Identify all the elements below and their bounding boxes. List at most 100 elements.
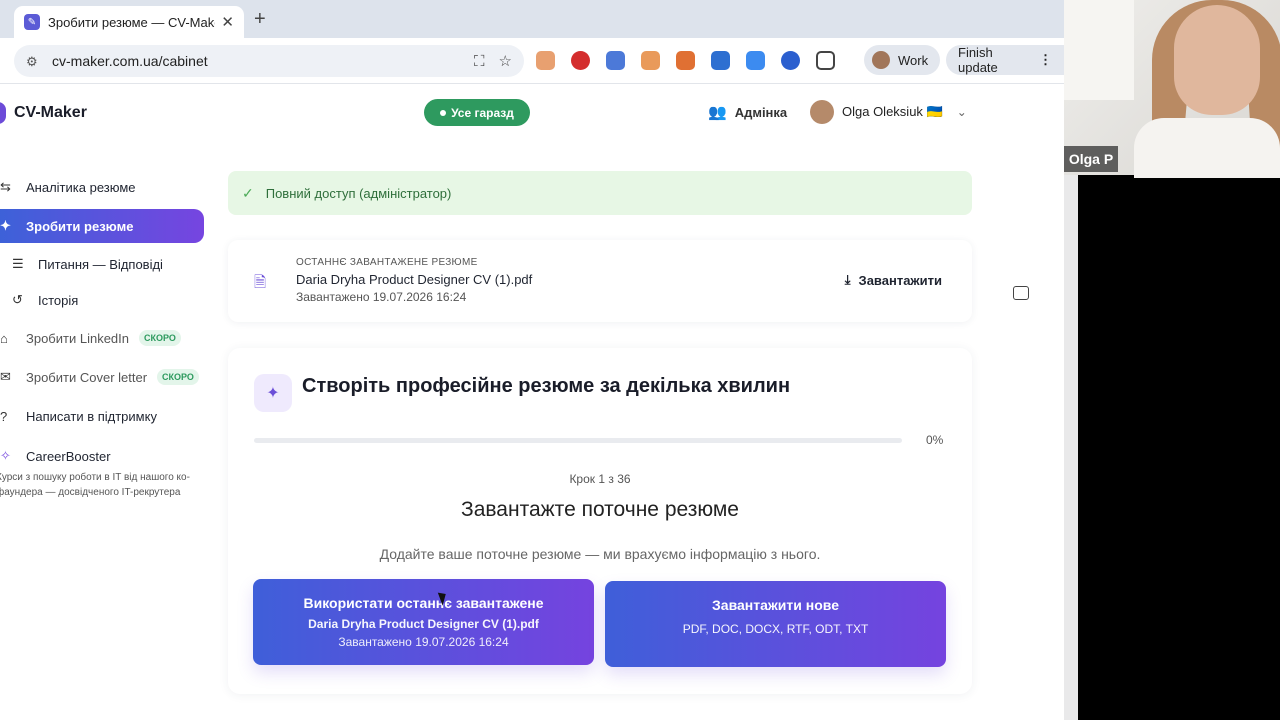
sidebar-item-label: Зробити LinkedIn	[26, 330, 129, 346]
download-icon: ⤓	[844, 272, 851, 287]
profile-label: Work	[898, 52, 929, 68]
check-icon: ✓	[242, 184, 254, 201]
sparkle-icon: ✧	[0, 448, 11, 463]
sidebar-item-analytics[interactable]: ⇆ Аналітика резюме	[0, 170, 136, 204]
access-banner: ✓ Повний доступ (адміністратор)	[228, 171, 972, 215]
extension-gear-icon[interactable]	[711, 51, 730, 70]
close-tab-icon[interactable]: ✕	[221, 13, 234, 31]
omnibox[interactable]: ⚙ cv-maker.com.ua/cabinet ⛶ ☆	[14, 45, 524, 77]
last-resume-date: Завантажено 19.07.2026 16:24	[296, 290, 467, 304]
new-tab-icon[interactable]: +	[254, 8, 266, 31]
person-body	[1134, 118, 1280, 178]
translate-icon[interactable]: ⛶	[474, 53, 485, 70]
use-last-date: Завантажено 19.07.2026 16:24	[338, 635, 509, 649]
resume-wizard-card: ✦ Створіть професійне резюме за декілька…	[228, 348, 972, 694]
cv-maker-favicon-icon: ✎	[24, 14, 40, 30]
browser-tab[interactable]: ✎ Зробити резюме — CV-Maker ✕	[14, 6, 244, 38]
brand-name: CV-Maker	[14, 104, 87, 121]
history-icon: ↺	[12, 292, 23, 307]
linkedin-icon: ⌂	[0, 330, 8, 346]
status-label: Усе гаразд	[451, 105, 514, 120]
admin-link[interactable]: 👥 Адмінка	[708, 103, 787, 121]
upload-new-formats: PDF, DOC, DOCX, RTF, ODT, TXT	[682, 622, 869, 636]
checklist-icon: ☰	[12, 256, 24, 271]
use-last-uploaded-button[interactable]: Використати останнє завантажене Daria Dr…	[253, 579, 594, 665]
last-resume-filename: Daria Dryha Product Designer CV (1).pdf	[296, 272, 533, 287]
analytics-icon: ⇆	[0, 179, 11, 194]
document-icon: 🗎	[254, 274, 267, 291]
download-button[interactable]: ⤓ Завантажити	[845, 272, 942, 288]
download-label: Завантажити	[858, 272, 942, 288]
sidebar-item-careerbooster[interactable]: ✧ CareerBooster	[0, 439, 111, 473]
wizard-title: Створіть професійне резюме за декілька х…	[302, 375, 791, 397]
soon-badge: СКОРО	[157, 369, 199, 385]
extensions-bar	[536, 51, 835, 70]
sidebar-item-label: Питання — Відповіді	[38, 256, 163, 272]
last-resume-caption: ОСТАННЄ ЗАВАНТАЖЕНЕ РЕЗЮМЕ	[296, 257, 478, 268]
sidebar-item-make-resume[interactable]: ✦ Зробити резюме	[0, 209, 204, 243]
sidebar-item-label: Зробити Cover letter	[26, 369, 148, 385]
extension-iq-icon[interactable]	[781, 51, 800, 70]
status-pill: Усе гаразд	[424, 99, 530, 126]
finish-update-label: Finish update	[958, 45, 998, 75]
browser-window: ✎ Зробити резюме — CV-Maker ✕ + ⚙ cv-mak…	[0, 0, 1064, 720]
sidebar-item-label: Історія	[38, 292, 79, 308]
person-face	[1174, 5, 1260, 115]
status-dot-icon	[440, 109, 447, 116]
sidebar-item-qa[interactable]: ☰ Питання — Відповіді	[12, 247, 163, 281]
profile-avatar	[872, 51, 890, 69]
magic-wand-icon: ✦	[254, 374, 292, 412]
extension-sun-icon[interactable]	[536, 51, 555, 70]
extension-notes-icon[interactable]	[641, 51, 660, 70]
last-resume-card: 🗎 ОСТАННЄ ЗАВАНТАЖЕНЕ РЕЗЮМЕ Daria Dryha…	[228, 240, 972, 322]
menu-dots-icon[interactable]: ⋮	[1039, 52, 1052, 68]
url-text[interactable]: cv-maker.com.ua/cabinet	[52, 53, 460, 69]
magic-wand-icon: ✦	[0, 218, 11, 233]
people-icon: 👥	[708, 104, 727, 121]
progress-percent: 0%	[926, 433, 944, 447]
site-settings-icon[interactable]: ⚙	[26, 54, 40, 69]
sidebar-item-support[interactable]: ? Написати в підтримку	[0, 399, 157, 433]
sidebar-item-label: Аналітика резюме	[26, 179, 136, 195]
finish-update-button[interactable]: Finish update ⋮	[946, 45, 1064, 75]
step-subtitle: Додайте ваше поточне резюме — ми врахуєм…	[379, 546, 821, 562]
app-header: CV-Maker Усе гаразд 👥 Адмінка Olga Oleks…	[0, 85, 1064, 141]
mail-icon: ✉	[0, 369, 11, 384]
background-wall	[1064, 0, 1134, 100]
extension-opera-icon[interactable]	[571, 51, 590, 70]
user-menu[interactable]: Olga Oleksiuk 🇺🇦 ⌄	[810, 100, 967, 124]
extension-video-icon[interactable]	[746, 51, 765, 70]
sidebar-item-label: Зробити резюме	[26, 218, 134, 234]
logo-mark-icon	[0, 102, 6, 124]
admin-label: Адмінка	[734, 104, 788, 120]
participant-name-tag: Olga P	[1064, 146, 1118, 172]
tab-title: Зробити резюме — CV-Maker	[48, 14, 216, 30]
sidebar-item-linkedin[interactable]: ⌂ Зробити LinkedIn СКОРО	[0, 321, 181, 355]
user-avatar	[810, 100, 834, 124]
progress-bar	[254, 438, 902, 443]
step-heading: Завантажте поточне резюме	[461, 498, 739, 521]
sidebar-item-cover-letter[interactable]: ✉ Зробити Cover letter СКОРО	[0, 360, 199, 394]
sidebar-item-label: Написати в підтримку	[26, 408, 157, 424]
tab-bar: ✎ Зробити резюме — CV-Maker ✕ +	[0, 0, 1064, 38]
sidebar-item-label: CareerBooster	[26, 448, 111, 464]
brand-logo[interactable]: CV-Maker	[0, 102, 87, 124]
use-last-file: Daria Dryha Product Designer CV (1).pdf	[308, 617, 539, 631]
sidebar-item-history[interactable]: ↺ Історія	[12, 283, 78, 317]
extension-translate-icon[interactable]	[606, 51, 625, 70]
upload-new-title: Завантажити нове	[712, 597, 839, 613]
chat-icon[interactable]	[1013, 286, 1029, 300]
access-banner-text: Повний доступ (адміністратор)	[265, 185, 452, 201]
bookmark-star-icon[interactable]: ☆	[499, 52, 512, 70]
help-icon: ?	[0, 408, 8, 424]
extension-metamask-icon[interactable]	[676, 51, 695, 70]
webcam-feed: Olga P	[1064, 0, 1280, 178]
careerbooster-description: Курси з пошуку роботи в IT від нашого ко…	[0, 472, 190, 498]
upload-new-button[interactable]: Завантажити нове PDF, DOC, DOCX, RTF, OD…	[605, 581, 946, 667]
step-indicator: Крок 1 з 36	[569, 472, 631, 486]
chevron-down-icon[interactable]: ⌄	[957, 105, 967, 119]
user-name: Olga Oleksiuk 🇺🇦	[842, 104, 943, 119]
profile-chip[interactable]: Work	[864, 45, 940, 75]
extensions-puzzle-icon[interactable]	[816, 51, 835, 70]
soon-badge: СКОРО	[139, 330, 181, 346]
